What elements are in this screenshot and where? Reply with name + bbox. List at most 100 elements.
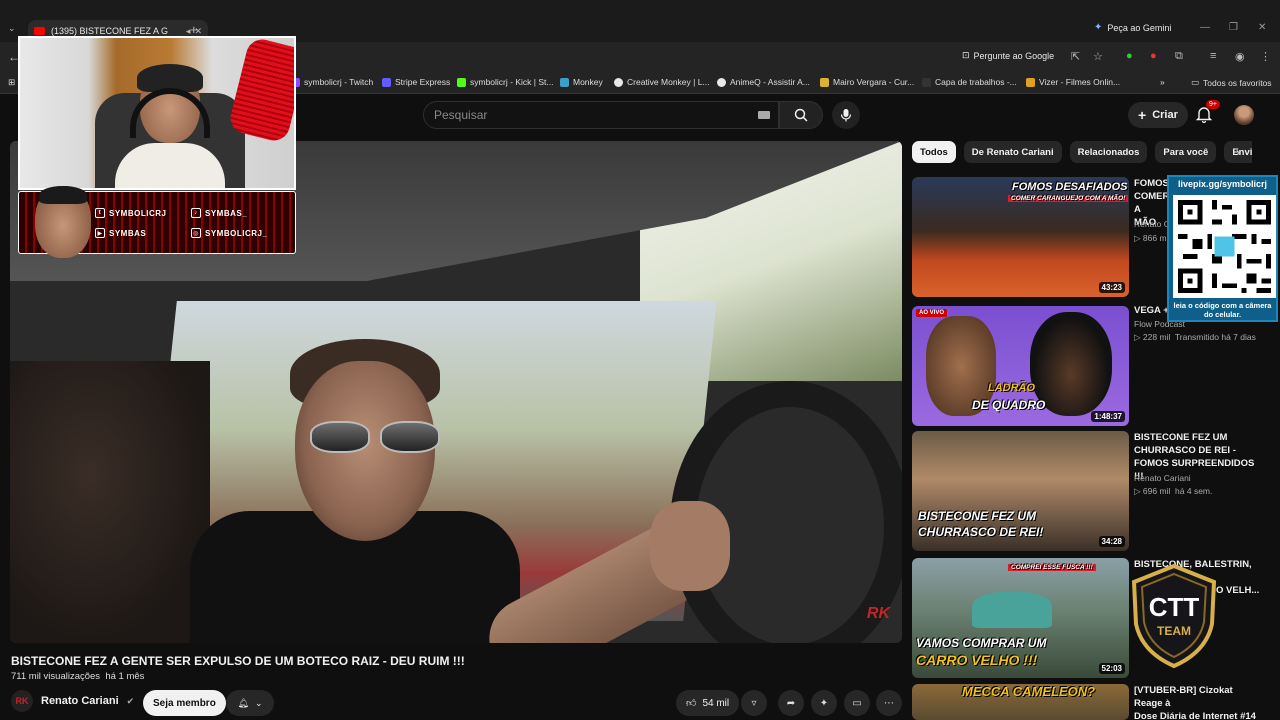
views-icon: ▷ [1134,233,1143,243]
bookmark-item[interactable]: symbolicrj - Twitch [291,77,373,87]
ctt-team-label: TEAM [1157,624,1191,638]
more-bookmarks-icon[interactable]: » [1160,77,1165,87]
channel-name[interactable]: Renato Cariani [1134,473,1191,483]
like-button[interactable]: 👍︎ 54 mil [676,690,740,716]
channel-avatar[interactable]: RK [11,690,33,712]
bookmark-star-icon[interactable]: ☆ [1093,50,1103,63]
bookmark-item[interactable]: Vizer - Filmes Onlin... [1026,77,1120,87]
webcam-microphone [227,38,294,144]
channel-name[interactable]: Renato C [1134,219,1170,229]
search-icon [794,108,808,122]
account-avatar[interactable] [1234,105,1254,125]
webcam-streamer [115,64,225,188]
video-thumbnail[interactable]: BISTECONE FEZ UM CHURRASCO DE REI! 34:28 [912,431,1129,551]
view-count: 228 mil [1142,332,1171,342]
bookmark-label: symbolicrj - Kick | St... [470,77,554,87]
video-title[interactable]: [VTUBER-BR] Cizokat Reage à Dose Diária … [1134,684,1260,720]
upload-age: Transmitido há 7 dias [1174,332,1256,342]
browser-menu-icon[interactable]: ⋮ [1260,50,1271,63]
social-handle: t SYMBOLICRJ [95,208,166,218]
video-stats: ▷ 696 mil há 4 sem. [1134,486,1212,497]
bell-icon: 🔔︎ [237,697,249,708]
search-box[interactable] [423,101,779,129]
create-button[interactable]: + Criar [1128,102,1188,128]
chip-related[interactable]: Relacionados [1069,141,1148,163]
extension-green-icon[interactable]: ● [1126,50,1133,62]
chip-all[interactable]: Todos [912,141,956,163]
minimize-icon[interactable]: — [1200,22,1210,33]
video-thumbnail[interactable]: FOMOS DESAFIADOS COMER CARANGUEJO COM A … [912,177,1129,297]
bookmark-item[interactable]: Stripe Express [382,77,450,87]
dislike-button[interactable]: ▿ [741,690,767,716]
views-icon: ▷ [1134,486,1143,496]
save-button[interactable]: ▭ [844,690,870,716]
qr-code-icon [1173,195,1276,298]
social-handle-label: SYMBAS_ [205,208,248,218]
install-app-icon[interactable]: ⇱ [1071,50,1080,63]
video-frame-seat [10,361,210,643]
more-icon: ⋯ [884,697,894,709]
video-thumbnail[interactable]: AO VIVO LADRÃO DE QUADRO 1:48:37 [912,306,1129,426]
extension-red-icon[interactable]: ● [1150,50,1157,62]
bookmark-label: Capa de trabalhos -... [935,77,1017,87]
search-button[interactable] [779,101,823,129]
donation-qr-overlay: livepix.gg/symbolicrj leia o código com … [1167,175,1278,322]
recommendation-chips: Todos De Renato Cariani Relacionados Par… [912,141,1252,165]
more-actions-button[interactable]: ⋯ [876,690,902,716]
remix-button[interactable]: ✦ [811,690,837,716]
video-meta: 711 mil visualizações há 1 mês [11,671,144,682]
notifications-button[interactable]: 9+ [1195,100,1220,128]
sparkle-icon: ✦ [819,697,829,709]
tab-search-icon[interactable]: ⌄ [8,23,16,34]
all-favorites-folder[interactable]: ▭ Todos os favoritos [1191,77,1272,88]
bookmark-label: AnimeQ - Assistir A... [730,77,810,87]
maximize-icon[interactable]: ❐ [1229,22,1238,33]
qr-url: livepix.gg/symbolicrj [1177,179,1268,189]
social-handle-label: SYMBOLICRJ [109,208,167,218]
subscription-bell-button[interactable]: 🔔︎ ⌄ [226,690,274,716]
extensions-puzzle-icon[interactable]: ⧉ [1175,50,1183,63]
join-membership-button[interactable]: Seja membro [143,690,226,716]
chevron-right-icon[interactable]: › [1236,145,1240,159]
thumbnail-subcaption: COMER CARANGUEJO COM A MÃO! [1008,195,1129,202]
like-count: 54 mil [702,697,730,709]
recommendation-item[interactable]: AO VIVO LADRÃO DE QUADRO 1:48:37 VEGA + … [912,305,1267,426]
search-input[interactable] [434,108,734,122]
profile-icon[interactable]: ◉ [1235,50,1245,63]
keyboard-icon[interactable] [758,111,770,119]
bookmark-item[interactable]: Creative Monkey | L... [614,77,710,87]
channel-name[interactable]: Renato Cariani [41,695,119,707]
live-badge: AO VIVO [916,309,948,317]
new-tab-button[interactable]: + [190,22,198,37]
voice-search-button[interactable] [832,101,860,129]
upload-age: há 1 mês [105,671,145,682]
chip-from-channel[interactable]: De Renato Cariani [963,141,1062,163]
bookmark-item[interactable]: symbolicrj - Kick | St... [457,77,553,87]
video-thumbnail[interactable]: MECCA CAMELEON? [912,684,1129,720]
bookmark-item[interactable]: AnimeQ - Assistir A... [717,77,810,87]
thumbnail-caption: VAMOS COMPRAR UM [916,636,1047,650]
globe-favicon-icon [614,77,623,87]
chip-for-you[interactable]: Para você [1155,141,1217,163]
bookmark-label: symbolicrj - Twitch [304,77,374,87]
bookmark-item[interactable]: Capa de trabalhos -... [922,77,1017,87]
video-duration: 52:03 [1098,663,1125,674]
bookmark-item[interactable]: Monkey [560,77,603,87]
video-thumbnail[interactable]: COMPREI ESSE FUSCA !!! VAMOS COMPRAR UM … [912,558,1129,678]
close-window-icon[interactable]: ✕ [1258,22,1266,33]
video-duration: 34:28 [1098,536,1125,547]
socials-overlay: t SYMBOLICRJ ♪ SYMBAS_ ▶ SYMBAS ◎ SYMBOLICRJ… [18,186,296,258]
thumbnail-caption: BISTECONE FEZ UM [918,509,1037,523]
share-button[interactable]: ➦ [778,690,804,716]
ask-gemini-button[interactable]: ✦ Peça ao Gemini [1094,22,1171,33]
all-favorites-label: Todos os favoritos [1203,77,1272,88]
bookmark-label: Monkey [573,77,603,87]
thumbnail-subcaption: DE QUADRO [972,398,1046,412]
ask-google-button[interactable]: ⊡ Pergunte ao Google [962,50,1054,61]
recommendation-item[interactable]: BISTECONE FEZ UM CHURRASCO DE REI! 34:28… [912,431,1267,551]
video-title-line-2: Dose Diária de Internet #14 [1134,711,1256,720]
apps-grid-icon[interactable]: ⊞ [8,77,15,88]
recommendation-item[interactable]: MECCA CAMELEON? [VTUBER-BR] Cizokat Reag… [912,684,1267,720]
media-list-icon[interactable]: ≡ [1210,50,1216,62]
bookmark-item[interactable]: Mairo Vergara - Cur... [820,77,914,87]
